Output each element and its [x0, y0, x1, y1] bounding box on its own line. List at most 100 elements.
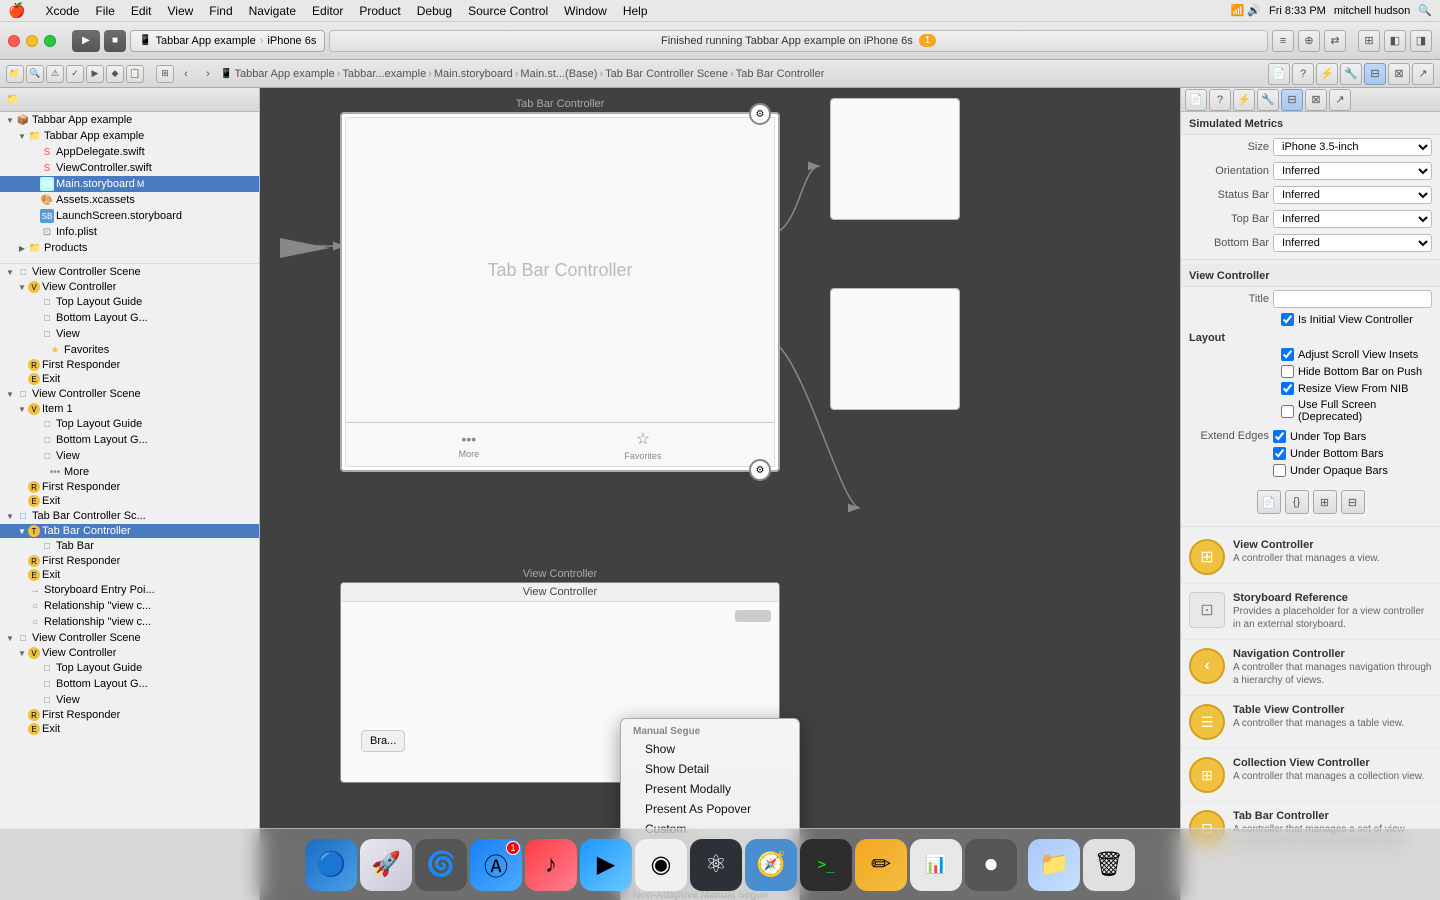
sidebar-item-responder-3[interactable]: R First Responder [0, 554, 259, 568]
close-button[interactable] [8, 35, 20, 47]
minimize-button[interactable] [26, 35, 38, 47]
scheme-selector[interactable]: 📱 Tabbar App example › iPhone 6s [130, 30, 325, 52]
adjust-scroll-checkbox[interactable] [1281, 348, 1294, 361]
dock-quicktime[interactable]: ▶ [580, 839, 632, 891]
canvas-area[interactable]: Tab Bar Controller ⚙ Tab Bar Controller … [260, 88, 1180, 900]
apple-menu[interactable]: 🍎 [8, 2, 25, 19]
dock-safari[interactable]: 🧭 [745, 839, 797, 891]
sidebar-item-responder-2[interactable]: R First Responder [0, 480, 259, 494]
disclosure-vc-scene-2[interactable]: ▼ [4, 388, 16, 400]
disclosure-project2[interactable]: ▼ [16, 130, 28, 142]
debug-toggle[interactable]: ◧ [1384, 30, 1406, 52]
dock-atom[interactable]: ⚛ [690, 839, 742, 891]
sidebar-item-more[interactable]: ••• More [0, 464, 259, 480]
inspector-tab-help[interactable]: ? [1209, 89, 1231, 111]
sidebar-icon-debug[interactable]: ▶ [86, 65, 104, 83]
inspector-icon-file-btn[interactable]: 📄 [1257, 490, 1281, 514]
sidebar-item-responder-4[interactable]: R First Responder [0, 708, 259, 722]
disclosure-vc-1[interactable]: ▼ [16, 281, 28, 293]
sidebar-item-project-root[interactable]: ▼ 📦 Tabbar App example [0, 112, 259, 128]
editor-assistant-btn[interactable]: ⊕ [1298, 30, 1320, 52]
bottom-bar-select-wrapper[interactable]: Inferred [1273, 234, 1432, 252]
dock-launchpad[interactable]: 🚀 [360, 839, 412, 891]
dock-itunes[interactable]: ♪ [525, 839, 577, 891]
sidebar-item-view-2[interactable]: □ View [0, 448, 259, 464]
sidebar-item-storyboard-entry[interactable]: → Storyboard Entry Poi... [0, 582, 259, 598]
canvas-zoom-storyboard[interactable]: ⊞ [156, 65, 174, 83]
breadcrumb-base[interactable]: Main.st...(Base) [520, 68, 597, 80]
sidebar-item-item-1[interactable]: ▼ V Item 1 [0, 402, 259, 416]
segue-bottom-handle[interactable]: ⚙ [749, 459, 771, 481]
sidebar-item-vc-scene-3[interactable]: ▼ □ View Controller Scene [0, 630, 259, 646]
nav-forward-btn[interactable]: › [198, 65, 218, 83]
disclosure-vc-3[interactable]: ▼ [16, 647, 28, 659]
bottom-bar-select[interactable]: Inferred [1273, 234, 1432, 252]
sidebar-item-rel-1[interactable]: ○ Relationship "view c... [0, 598, 259, 614]
sidebar-item-vc-3[interactable]: ▼ V View Controller [0, 646, 259, 660]
status-bar-select[interactable]: Inferred [1273, 186, 1432, 204]
inspector-icon-code-btn[interactable]: {} [1285, 490, 1309, 514]
menu-debug[interactable]: Debug [417, 4, 452, 18]
menu-editor[interactable]: Editor [312, 4, 343, 18]
sidebar-item-launch-storyboard[interactable]: SB LaunchScreen.storyboard [0, 208, 259, 224]
sidebar-item-exit-4[interactable]: E Exit [0, 722, 259, 736]
sidebar-item-exit-1[interactable]: E Exit [0, 372, 259, 386]
sidebar-icon-issues[interactable]: ⚠ [46, 65, 64, 83]
right-vc-mid-canvas[interactable] [830, 288, 960, 410]
nav-back-btn[interactable]: ‹ [176, 65, 196, 83]
sidebar-item-products[interactable]: ▶ 📁 Products [0, 240, 259, 256]
disclosure-item-1[interactable]: ▼ [16, 403, 28, 415]
dock-files[interactable]: 📁 [1028, 839, 1080, 891]
sidebar-item-vc-1[interactable]: ▼ V View Controller [0, 280, 259, 294]
menu-source-control[interactable]: Source Control [468, 4, 548, 18]
breadcrumb-file[interactable]: Main.storyboard [434, 68, 513, 80]
inspector-icon-vc-btn[interactable]: ⊞ [1313, 490, 1337, 514]
is-initial-checkbox[interactable] [1281, 313, 1294, 326]
inspector-tab-size[interactable]: ⊠ [1305, 89, 1327, 111]
maximize-button[interactable] [44, 35, 56, 47]
menu-xcode[interactable]: Xcode [45, 4, 79, 18]
use-full-screen-checkbox[interactable] [1281, 405, 1294, 418]
inspector-toggle[interactable]: ◨ [1410, 30, 1432, 52]
vc-title-input-wrapper[interactable] [1273, 290, 1432, 308]
sidebar-item-responder-1[interactable]: R First Responder [0, 358, 259, 372]
sidebar-item-vc-scene-1[interactable]: ▼ □ View Controller Scene [0, 264, 259, 280]
inspector-tab-file[interactable]: 📄 [1185, 89, 1207, 111]
sidebar-item-appdelegate[interactable]: S AppDelegate.swift [0, 144, 259, 160]
breadcrumb-project[interactable]: 📱 Tabbar App example [220, 68, 335, 80]
sidebar-item-bottom-layout-2[interactable]: □ Bottom Layout G... [0, 432, 259, 448]
editor-version-btn[interactable]: ⇄ [1324, 30, 1346, 52]
search-icon[interactable]: 🔍 [1418, 4, 1432, 17]
inspector-tab-identity[interactable]: 🔧 [1257, 89, 1279, 111]
sidebar-icon-navigator[interactable]: 📁 [4, 91, 22, 109]
library-item-vc[interactable]: ⊞ View Controller A controller that mana… [1181, 531, 1440, 584]
orientation-select[interactable]: Inferred [1273, 162, 1432, 180]
sidebar-item-project[interactable]: ▼ 📁 Tabbar App example [0, 128, 259, 144]
vc-title-input[interactable] [1273, 290, 1432, 308]
stop-button[interactable]: ■ [104, 30, 126, 52]
dock-instruments[interactable]: 📊 [910, 839, 962, 891]
inspector-attributes-btn[interactable]: ⊟ [1364, 63, 1386, 85]
sidebar-icon-tests[interactable]: ✓ [66, 65, 84, 83]
hide-bottom-bar-checkbox[interactable] [1281, 365, 1294, 378]
menu-navigate[interactable]: Navigate [249, 4, 296, 18]
menu-edit[interactable]: Edit [131, 4, 152, 18]
status-bar-select-wrapper[interactable]: Inferred [1273, 186, 1432, 204]
disclosure-vc-scene-3[interactable]: ▼ [4, 632, 16, 644]
warning-badge[interactable]: 1 [919, 34, 937, 47]
inspector-size-btn[interactable]: ⊠ [1388, 63, 1410, 85]
sidebar-item-infoplist[interactable]: ⊡ Info.plist [0, 224, 259, 240]
size-select[interactable]: iPhone 3.5-inch [1273, 138, 1432, 156]
under-top-bars-checkbox[interactable] [1273, 430, 1286, 443]
menu-view[interactable]: View [168, 4, 194, 18]
sidebar-item-top-layout-2[interactable]: □ Top Layout Guide [0, 416, 259, 432]
dock-trash[interactable]: 🗑 [1083, 839, 1135, 891]
inspector-quick-help-btn[interactable]: ⚡ [1316, 63, 1338, 85]
dock-screen-rec[interactable]: ⏺ [965, 839, 1017, 891]
disclosure-project[interactable]: ▼ [4, 114, 16, 126]
sidebar-item-tbc-selected[interactable]: ▼ T Tab Bar Controller [0, 524, 259, 538]
sidebar-item-view-1[interactable]: □ View [0, 326, 259, 342]
inspector-help-btn[interactable]: ? [1292, 63, 1314, 85]
disclosure-tbc[interactable]: ▼ [16, 525, 28, 537]
inspector-tab-connections[interactable]: ↗ [1329, 89, 1351, 111]
